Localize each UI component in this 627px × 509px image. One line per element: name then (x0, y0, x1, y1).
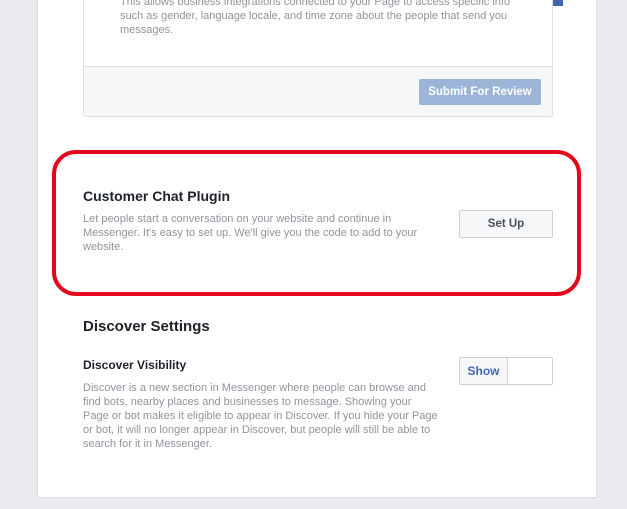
customer-chat-title: Customer Chat Plugin (83, 188, 231, 204)
discover-visibility-title: Discover Visibility (83, 358, 187, 372)
customer-chat-description: Let people start a conversation on your … (83, 213, 418, 253)
hide-toggle-option[interactable] (508, 358, 552, 384)
discover-visibility-description: Discover is a new section in Messenger w… (83, 382, 438, 450)
set-up-button[interactable]: Set Up (459, 210, 553, 238)
integrations-footer: Submit For Review (84, 66, 552, 116)
integrations-description: This allows business integrations connec… (120, 0, 511, 36)
discover-visibility-toggle[interactable]: Show (459, 357, 553, 385)
business-integrations-card: This allows business integrations connec… (83, 0, 553, 117)
show-toggle-option[interactable]: Show (460, 358, 508, 384)
discover-settings-heading: Discover Settings (83, 318, 210, 335)
submit-for-review-button[interactable]: Submit For Review (419, 79, 541, 105)
